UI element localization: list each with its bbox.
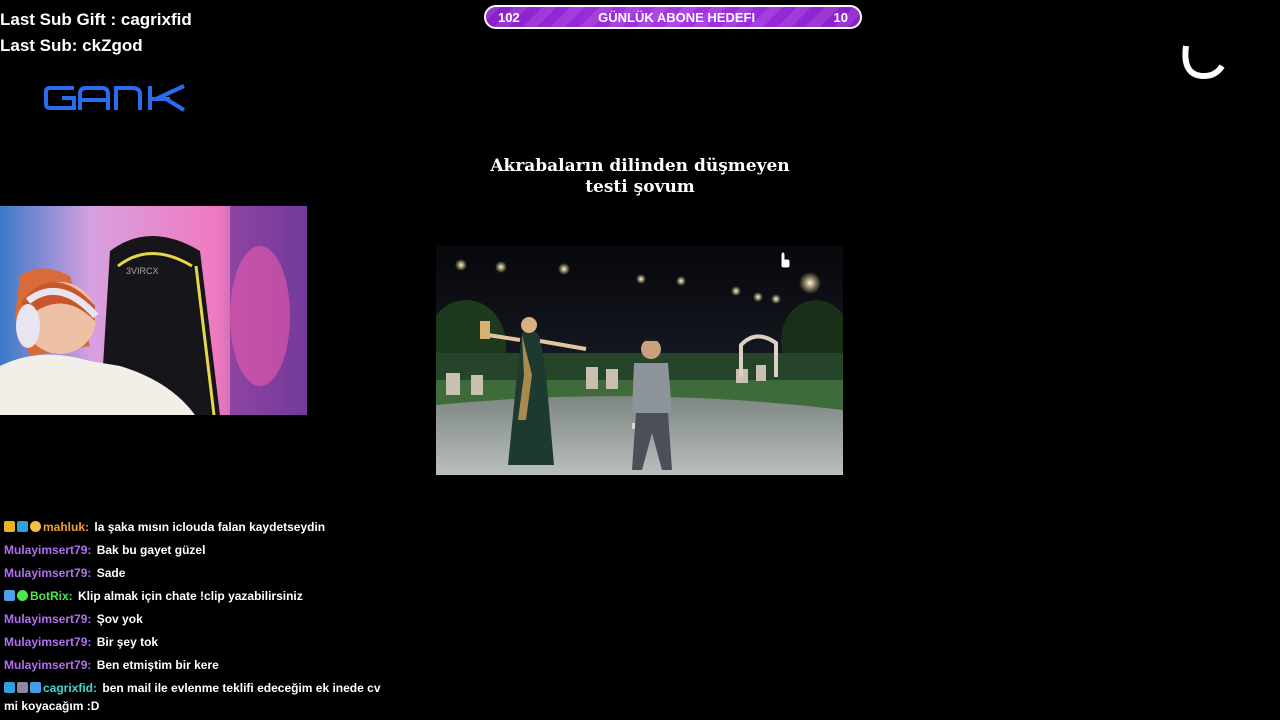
goal-label: GÜNLÜK ABONE HEDEFI xyxy=(598,9,756,25)
chat-message: cagrixfid: ben mail ile evlenme teklifi … xyxy=(4,679,384,715)
grid-icon xyxy=(17,521,28,532)
chat-text: la şaka mısın iclouda falan kaydetseydin xyxy=(94,520,326,534)
webcam-feed: 3VIRCX xyxy=(0,206,307,415)
chat-message: BotRix: Klip almak için chate !clip yaza… xyxy=(4,587,384,605)
chat-message: Mulayimsert79: Şov yok xyxy=(4,610,384,628)
goal-target: 10 xyxy=(833,9,848,25)
chat-text: Şov yok xyxy=(96,612,143,626)
chat-username: Mulayimsert79: xyxy=(4,635,92,649)
ship-icon xyxy=(17,682,28,693)
last-sub-gift-label: Last Sub Gift : cagrixfid xyxy=(0,10,192,29)
cube-icon xyxy=(30,682,41,693)
chat-text: Bir şey tok xyxy=(96,635,159,649)
video-player[interactable] xyxy=(436,245,843,475)
chat-text: Ben etmiştim bir kere xyxy=(96,658,219,672)
chat-username: cagrixfid: xyxy=(43,681,98,695)
hand-cursor-icon xyxy=(780,251,791,269)
video-title-line-2: testi şovum xyxy=(585,177,695,197)
chat-message: Mulayimsert79: Ben etmiştim bir kere xyxy=(4,656,384,674)
chat-username: Mulayimsert79: xyxy=(4,543,92,557)
last-sub-label: Last Sub: ckZgod xyxy=(0,36,143,55)
gank-logo xyxy=(44,84,186,112)
video-title: Akrabaların dilinden düşmeyen testi şovu… xyxy=(440,156,840,198)
chair-brand-logo: 3VIRCX xyxy=(126,266,159,276)
chat-text: Bak bu gayet güzel xyxy=(96,543,206,557)
chat-message: Mulayimsert79: Bak bu gayet güzel xyxy=(4,541,384,559)
chat-username: Mulayimsert79: xyxy=(4,658,92,672)
video-title-line-1: Akrabaların dilinden düşmeyen xyxy=(490,156,790,176)
crown-icon xyxy=(4,521,15,532)
chat-message: Mulayimsert79: Sade xyxy=(4,564,384,582)
goal-current: 102 xyxy=(498,9,520,25)
chat-text: Klip almak için chate !clip yazabilirsin… xyxy=(78,589,303,603)
chat-username: BotRix: xyxy=(30,589,73,603)
loading-spinner-icon xyxy=(1182,45,1225,80)
chat-username: Mulayimsert79: xyxy=(4,612,92,626)
chat-text: Sade xyxy=(96,566,126,580)
chat-log: mahluk: la şaka mısın iclouda falan kayd… xyxy=(4,518,384,720)
chat-username: Mulayimsert79: xyxy=(4,566,92,580)
chat-message: mahluk: la şaka mısın iclouda falan kayd… xyxy=(4,518,384,536)
gold-coin-icon xyxy=(30,521,41,532)
chat-username: mahluk: xyxy=(43,520,90,534)
sub-goal-bar: 102 GÜNLÜK ABONE HEDEFI 10 xyxy=(484,5,862,29)
chat-message: Mulayimsert79: Bir şey tok xyxy=(4,633,384,651)
gear-icon xyxy=(17,590,28,601)
grid-icon xyxy=(4,682,15,693)
sword-icon xyxy=(4,590,15,601)
